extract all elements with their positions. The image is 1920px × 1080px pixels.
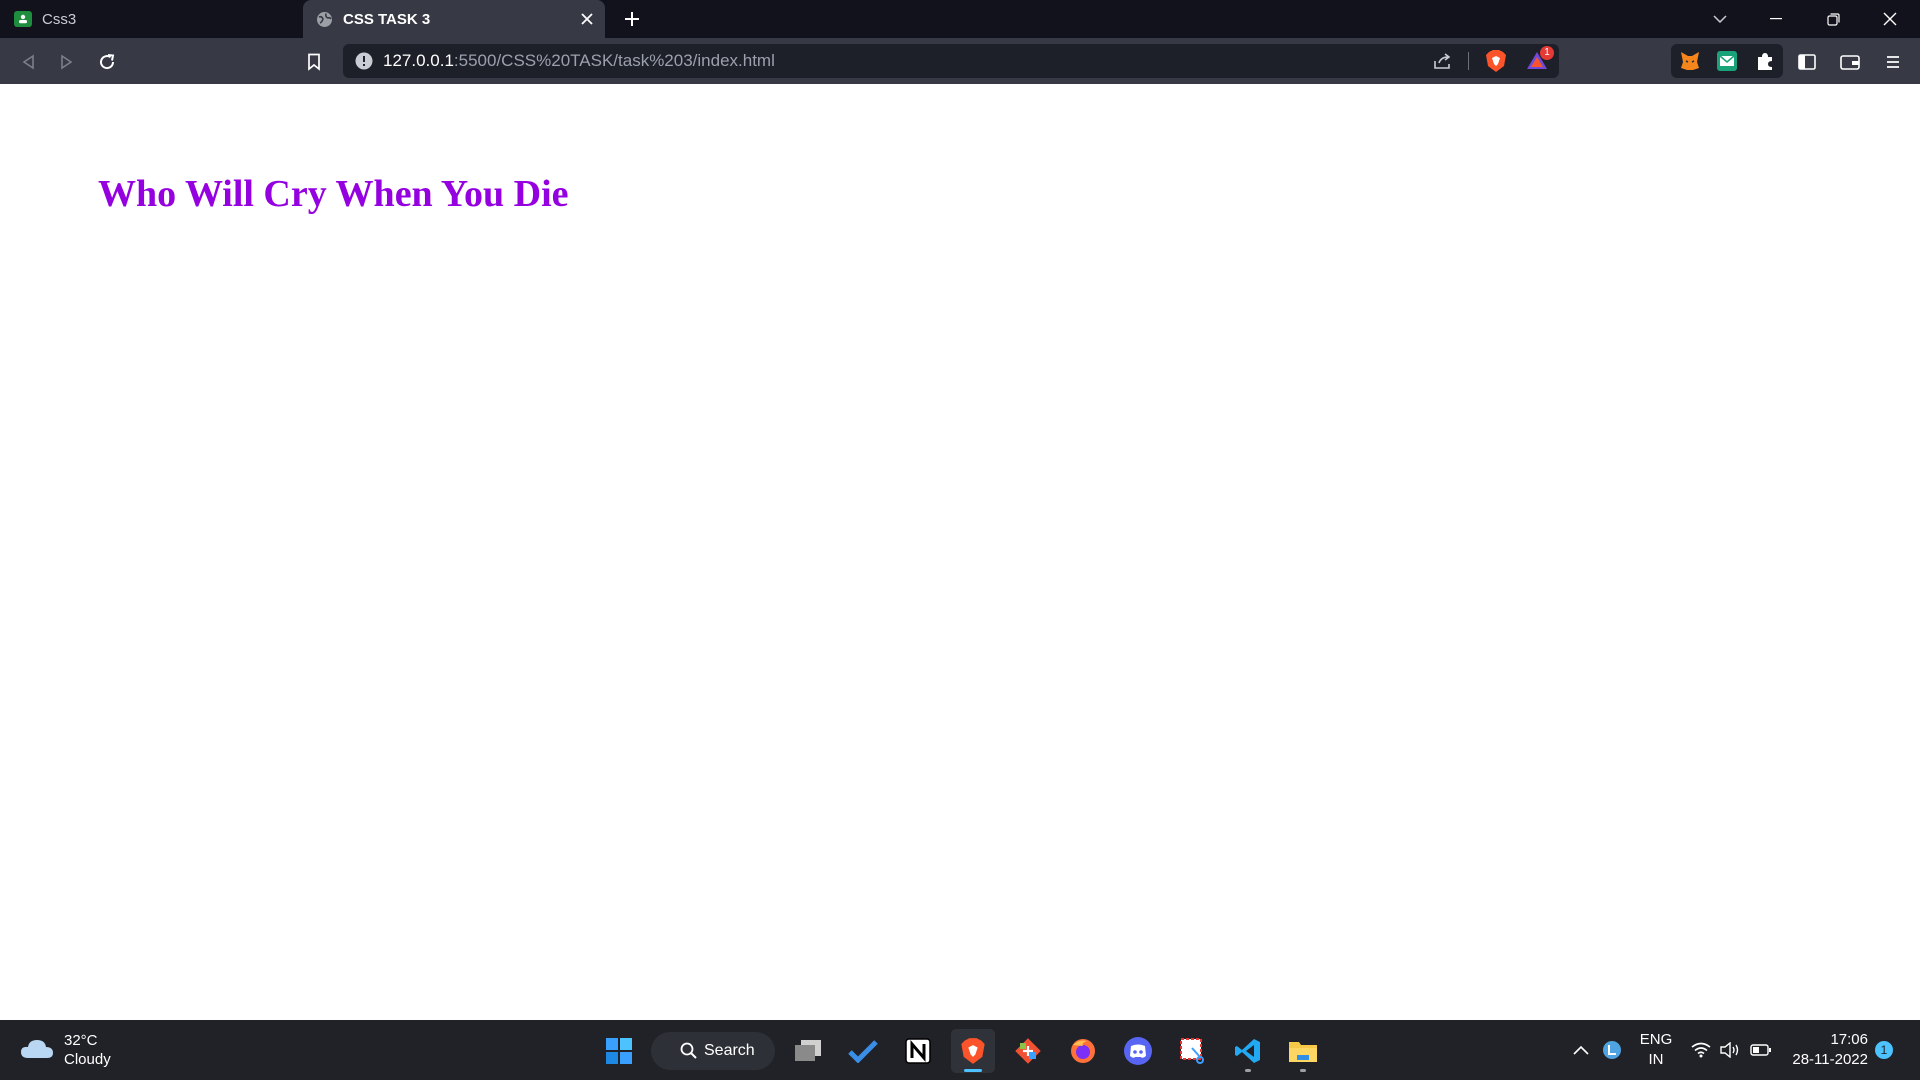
sidebar-toggle-icon[interactable] — [1793, 48, 1821, 76]
clock-date: 28-11-2022 — [1792, 1051, 1868, 1068]
reload-icon[interactable] — [93, 48, 121, 76]
snipping-tool-icon[interactable] — [1171, 1029, 1215, 1073]
tab-css-task-3[interactable]: CSS TASK 3 — [303, 0, 605, 38]
microsoft-todo-icon[interactable] — [841, 1029, 885, 1073]
extensions-bar — [1671, 44, 1783, 78]
page-heading: Who Will Cry When You Die — [98, 173, 569, 215]
url-host: 127.0.0.1 — [383, 51, 454, 70]
wallet-icon[interactable] — [1836, 48, 1864, 76]
bookmark-icon[interactable] — [300, 48, 328, 76]
brave-shields-icon[interactable] — [1485, 49, 1507, 78]
rewards-badge: 1 — [1540, 46, 1554, 60]
minimize-icon[interactable] — [1748, 0, 1804, 38]
firefox-icon[interactable] — [1061, 1029, 1105, 1073]
clock-time: 17:06 — [1830, 1031, 1868, 1048]
task-view-icon[interactable] — [786, 1029, 830, 1073]
omnibox-divider — [1468, 52, 1469, 70]
wifi-icon[interactable] — [1688, 1030, 1714, 1070]
brave-browser-icon[interactable] — [951, 1029, 995, 1073]
hamburger-menu-icon[interactable] — [1879, 48, 1907, 76]
search-icon — [680, 1042, 697, 1064]
language-indicator[interactable]: ENG IN — [1634, 1030, 1678, 1070]
show-hidden-icons-chevron-icon[interactable] — [1568, 1030, 1594, 1070]
tray-app-icon[interactable] — [1599, 1030, 1625, 1070]
url-path: :5500/CSS%20TASK/task%203/index.html — [453, 51, 775, 70]
close-window-icon[interactable] — [1862, 0, 1918, 38]
language-line2: IN — [1648, 1051, 1664, 1068]
extensions-puzzle-icon[interactable] — [1755, 51, 1775, 76]
weather-widget[interactable]: 32°C Cloudy — [20, 1030, 111, 1070]
tab-strip: Css3 CSS TASK 3 — [0, 0, 1920, 38]
url-text[interactable]: 127.0.0.1:5500/CSS%20TASK/task%203/index… — [383, 44, 775, 78]
running-indicator — [1245, 1069, 1251, 1072]
site-info-icon[interactable] — [355, 52, 373, 75]
volume-icon[interactable] — [1718, 1030, 1744, 1070]
search-label: Search — [704, 1042, 755, 1059]
globe-favicon-icon — [315, 11, 333, 27]
taskbar-search[interactable]: Search — [651, 1032, 775, 1070]
battery-icon[interactable] — [1748, 1030, 1774, 1070]
running-indicator — [1300, 1069, 1306, 1072]
weather-condition: Cloudy — [64, 1051, 111, 1068]
new-tab-plus-icon[interactable] — [620, 7, 644, 31]
running-indicator — [964, 1069, 982, 1072]
close-tab-icon[interactable] — [577, 9, 597, 29]
clock[interactable]: 17:06 28-11-2022 — [1782, 1030, 1868, 1070]
notification-count: 1 — [1875, 1041, 1893, 1059]
cloud-icon — [20, 1037, 54, 1064]
mail-extension-icon[interactable] — [1717, 51, 1737, 76]
sheets-favicon-icon — [14, 11, 32, 27]
back-icon[interactable] — [14, 48, 42, 76]
tab-title: Css3 — [42, 10, 77, 28]
notion-icon[interactable] — [896, 1029, 940, 1073]
share-icon[interactable] — [1433, 52, 1453, 75]
tab-css3[interactable]: Css3 — [0, 0, 302, 38]
notification-badge[interactable]: 1 — [1874, 1030, 1894, 1070]
windows-start-icon[interactable] — [597, 1029, 641, 1073]
language-line1: ENG — [1639, 1031, 1673, 1048]
windows-taskbar: 32°C Cloudy Search ENG IN 17:06 28-11-20… — [0, 1020, 1920, 1080]
discord-icon[interactable] — [1116, 1029, 1160, 1073]
metamask-fox-icon[interactable] — [1679, 50, 1701, 77]
page-viewport: Who Will Cry When You Die — [0, 84, 1920, 1020]
weather-temp: 32°C — [64, 1032, 98, 1049]
restore-icon[interactable] — [1805, 0, 1861, 38]
file-explorer-icon[interactable] — [1281, 1029, 1325, 1073]
browser-toolbar: 127.0.0.1:5500/CSS%20TASK/task%203/index… — [0, 38, 1920, 84]
forward-icon[interactable] — [53, 48, 81, 76]
git-icon[interactable] — [1006, 1029, 1050, 1073]
tab-search-chevron-icon[interactable] — [1692, 0, 1748, 38]
vscode-icon[interactable] — [1226, 1029, 1270, 1073]
address-bar[interactable]: 127.0.0.1:5500/CSS%20TASK/task%203/index… — [343, 44, 1559, 78]
tab-title: CSS TASK 3 — [343, 10, 431, 28]
